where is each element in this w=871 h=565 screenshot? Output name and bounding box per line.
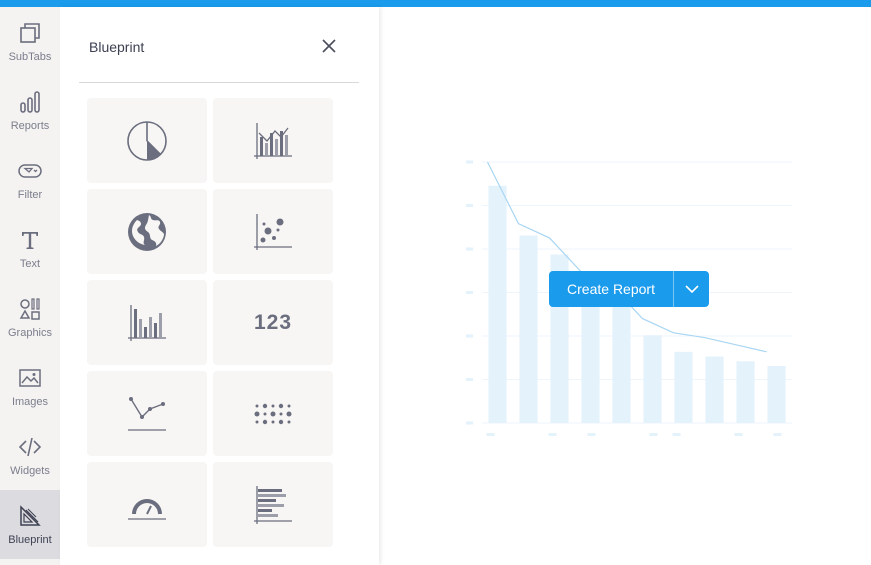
chart-x-tick xyxy=(734,433,743,436)
reports-icon xyxy=(20,91,40,113)
chart-x-tick xyxy=(773,433,782,436)
create-report-button[interactable]: Create Report xyxy=(549,271,673,307)
create-report-dropdown[interactable] xyxy=(674,271,709,307)
create-report-group: Create Report xyxy=(549,271,709,307)
rail-label: Filter xyxy=(17,189,43,201)
rail-item-images[interactable]: Images xyxy=(0,352,60,421)
chart-y-tick xyxy=(466,421,473,425)
chevron-down-icon xyxy=(684,285,699,294)
images-icon xyxy=(19,369,41,387)
bar-line-chart-icon xyxy=(254,122,292,159)
tile-bar-chart[interactable] xyxy=(87,280,207,365)
rail-item-filter[interactable]: Filter xyxy=(0,145,60,214)
rail-label: Widgets xyxy=(10,465,50,477)
rail-item-reports[interactable]: Reports xyxy=(0,76,60,145)
rail-label: SubTabs xyxy=(8,51,52,63)
tile-bar-line-chart[interactable] xyxy=(213,98,333,183)
pie-chart-icon xyxy=(127,120,167,161)
graphics-icon xyxy=(19,298,40,320)
tile-horizontal-bar[interactable] xyxy=(213,462,333,547)
rail-item-subtabs[interactable]: SubTabs xyxy=(0,7,60,76)
rail-item-graphics[interactable]: Graphics xyxy=(0,283,60,352)
chart-bar xyxy=(767,366,786,423)
dot-matrix-icon xyxy=(254,403,292,424)
chart-x-tick xyxy=(587,433,596,436)
tile-gauge[interactable] xyxy=(87,462,207,547)
tile-scatter-chart[interactable] xyxy=(213,189,333,274)
chart-y-tick xyxy=(466,204,473,207)
chart-bar xyxy=(674,351,693,423)
chart-bar xyxy=(643,335,662,423)
rail-item-widgets[interactable]: Widgets xyxy=(0,421,60,490)
subtabs-icon xyxy=(20,23,40,43)
rail-label: Text xyxy=(19,258,41,270)
blueprint-icon xyxy=(20,505,41,526)
chart-bar xyxy=(519,235,538,423)
chart-bar xyxy=(736,361,755,423)
blueprint-panel: Blueprint 123 xyxy=(60,7,379,565)
chart-x-tick xyxy=(649,433,658,436)
bar-chart-icon xyxy=(128,304,166,341)
chart-bar xyxy=(488,185,507,423)
chart-y-tick xyxy=(466,378,473,381)
rail-item-text[interactable]: Text xyxy=(0,214,60,283)
tile-globe[interactable] xyxy=(87,189,207,274)
tile-line-chart[interactable] xyxy=(87,371,207,456)
number-icon: 123 xyxy=(253,310,293,334)
top-accent-bar xyxy=(0,0,871,7)
rail-label: Graphics xyxy=(7,327,53,339)
left-rail: SubTabs Reports Filter Text Graphics Ima… xyxy=(0,7,60,565)
rail-label: Reports xyxy=(10,120,50,132)
panel-divider xyxy=(79,82,359,83)
line-chart-icon xyxy=(128,396,166,431)
chart-y-tick xyxy=(466,247,473,251)
filter-icon xyxy=(18,164,42,178)
chart-y-tick xyxy=(466,160,473,164)
rail-item-blueprint[interactable]: Blueprint xyxy=(0,490,60,559)
text-icon xyxy=(22,232,38,249)
tile-dot-matrix[interactable] xyxy=(213,371,333,456)
globe-icon xyxy=(128,212,166,251)
panel-title: Blueprint xyxy=(89,39,145,55)
scatter-chart-icon xyxy=(254,213,292,250)
tile-number[interactable]: 123 xyxy=(213,280,333,365)
chart-x-tick xyxy=(672,433,681,436)
close-icon[interactable] xyxy=(321,38,337,54)
rail-label: Blueprint xyxy=(8,534,52,546)
rail-label: Images xyxy=(11,396,49,408)
gauge-icon xyxy=(128,498,166,520)
chart-bar xyxy=(612,287,631,423)
chart-bar xyxy=(705,356,724,423)
chart-y-tick xyxy=(466,334,473,338)
widgets-icon xyxy=(18,437,42,457)
tile-pie-chart[interactable] xyxy=(87,98,207,183)
chart-x-tick xyxy=(548,433,557,436)
horizontal-bar-icon xyxy=(254,485,292,524)
chart-y-tick xyxy=(466,291,473,294)
chart-x-tick xyxy=(486,433,495,436)
